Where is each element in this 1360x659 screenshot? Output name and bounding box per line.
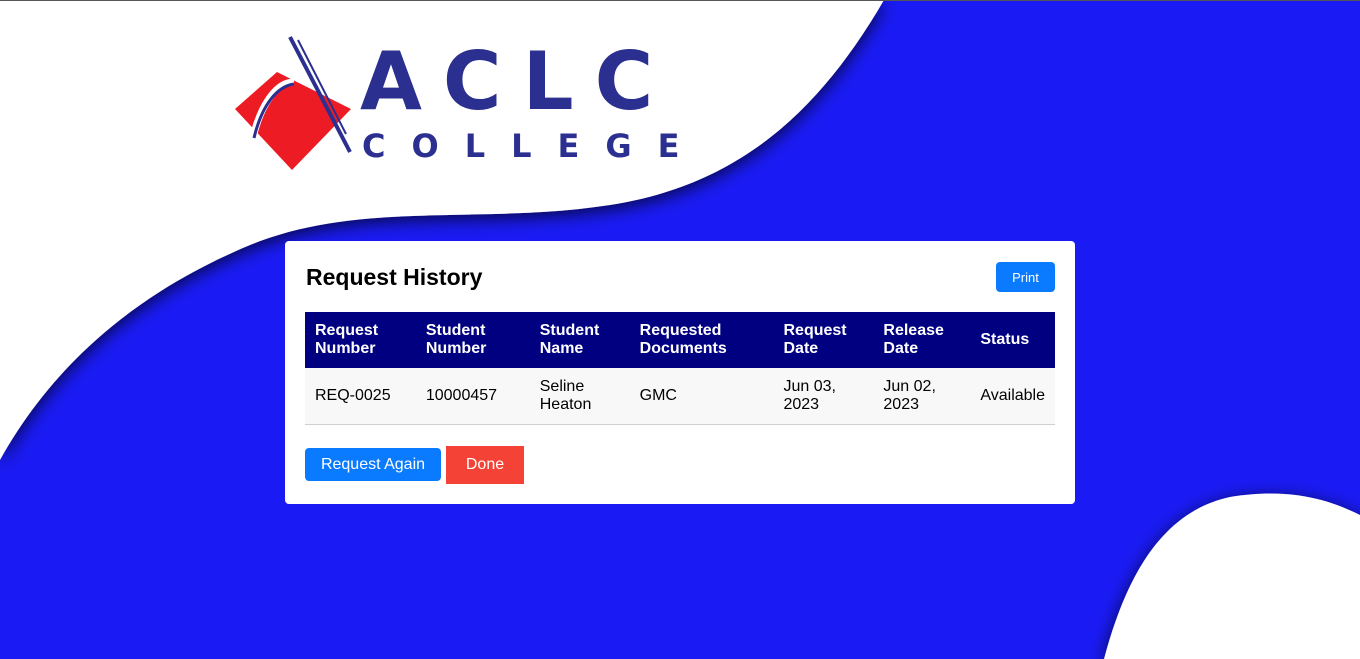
logo-text-college: COLLEGE — [362, 127, 706, 165]
column-header-student-name: Student Name — [529, 312, 630, 368]
request-history-card: Request History Print Request Number Stu… — [285, 241, 1075, 504]
cell-request-date: Jun 03, 2023 — [773, 368, 874, 425]
logo-emblem-icon — [235, 36, 352, 170]
page-title: Request History — [306, 264, 483, 290]
table-header: Request Number Student Number Student Na… — [305, 312, 1055, 368]
cell-status: Available — [970, 368, 1055, 425]
column-header-request-date: Request Date — [773, 312, 874, 368]
cell-student-name: Seline Heaton — [529, 368, 630, 425]
request-again-button[interactable]: Request Again — [305, 448, 441, 481]
logo-text-aclc: ACLC — [360, 35, 675, 128]
table-row: REQ-0025 10000457 Seline Heaton GMC Jun … — [305, 368, 1055, 425]
cell-release-date: Jun 02, 2023 — [873, 368, 971, 425]
column-header-request-number: Request Number — [305, 312, 416, 368]
cell-request-number: REQ-0025 — [305, 368, 416, 425]
cell-student-number: 10000457 — [415, 368, 530, 425]
column-header-student-number: Student Number — [415, 312, 530, 368]
cell-requested-documents: GMC — [629, 368, 774, 425]
request-history-table: Request Number Student Number Student Na… — [305, 312, 1055, 425]
done-button[interactable]: Done — [446, 446, 524, 484]
column-header-release-date: Release Date — [873, 312, 971, 368]
print-button[interactable]: Print — [996, 262, 1055, 292]
column-header-requested-documents: Requested Documents — [629, 312, 774, 368]
table-header-row: Request Number Student Number Student Na… — [305, 312, 1055, 368]
column-header-status: Status — [970, 312, 1055, 368]
aclc-college-logo: ACLC COLLEGE — [232, 34, 679, 174]
